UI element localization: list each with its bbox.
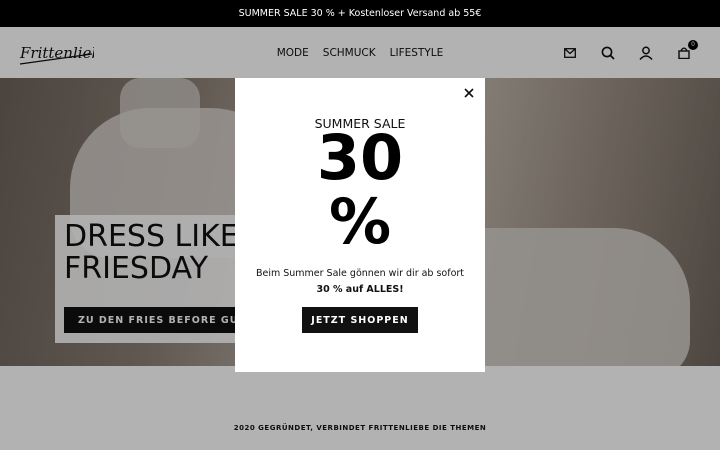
popup-discount-percent: %	[328, 185, 392, 258]
shop-now-button[interactable]: JETZT SHOPPEN	[302, 307, 418, 333]
close-icon[interactable]	[463, 87, 475, 99]
announcement-bar: SUMMER SALE 30 % + Kostenloser Versand a…	[0, 0, 720, 27]
popup-discount-number: 30	[316, 121, 404, 194]
about-strip-text: 2020 GEGRÜNDET, VERBINDET FRITTENLIEBE D…	[233, 424, 487, 432]
popup-discount: 30 %	[235, 126, 485, 254]
popup-description-bold: 30 % auf ALLES!	[316, 284, 404, 295]
popup-description-text: Beim Summer Sale gönnen wir dir ab sofor…	[255, 268, 465, 279]
announcement-text: SUMMER SALE 30 % + Kostenloser Versand a…	[238, 8, 482, 19]
sale-popup: SUMMER SALE 30 % Beim Summer Sale gönnen…	[235, 78, 485, 372]
popup-description: Beim Summer Sale gönnen wir dir ab sofor…	[255, 266, 465, 298]
